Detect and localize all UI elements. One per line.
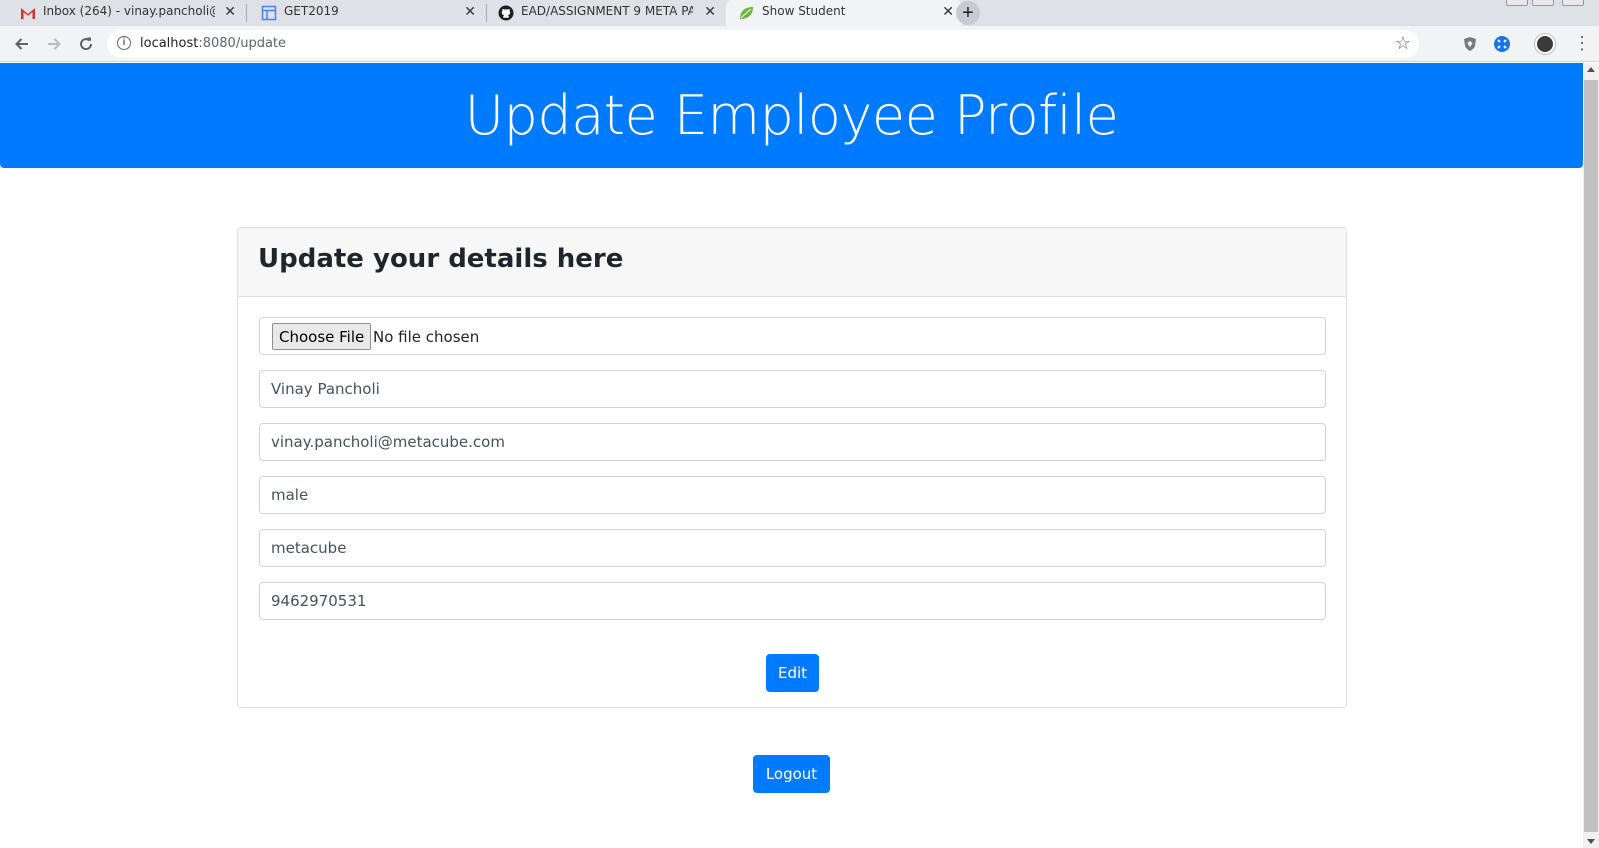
email-field[interactable]	[259, 423, 1326, 461]
scrollbar-thumb[interactable]	[1584, 80, 1598, 832]
reload-icon	[80, 37, 93, 51]
info-icon[interactable]: i	[117, 36, 131, 50]
gmail-icon	[20, 5, 36, 21]
close-window-button[interactable]	[1562, 0, 1584, 6]
name-field[interactable]	[259, 370, 1326, 408]
more-menu-icon[interactable]: ⋮	[1573, 33, 1591, 53]
organization-input[interactable]	[260, 530, 1325, 566]
leaf-icon	[738, 5, 754, 21]
arrow-left-icon	[15, 38, 28, 50]
choose-file-button[interactable]: Choose File	[272, 323, 372, 350]
page-viewport: Update Employee Profile Update your deta…	[0, 63, 1583, 848]
gender-input[interactable]	[260, 477, 1325, 513]
update-form-card: Update your details here Choose File No …	[237, 227, 1347, 708]
tab-title: Show Student	[762, 4, 846, 18]
shield-extension-icon[interactable]	[1461, 35, 1479, 53]
restore-window-button[interactable]	[1532, 0, 1554, 6]
compass-extension-icon[interactable]	[1493, 35, 1511, 53]
close-icon[interactable]: ✕	[942, 3, 954, 20]
minimize-window-button[interactable]	[1506, 0, 1528, 6]
forward-button[interactable]	[42, 32, 66, 56]
name-input[interactable]	[260, 371, 1325, 407]
url-text: localhost:8080/update	[140, 36, 286, 51]
arrow-right-icon	[48, 38, 61, 50]
reload-button[interactable]	[74, 32, 98, 56]
page-title: Update Employee Profile	[464, 84, 1119, 147]
file-status-text: No file chosen	[373, 328, 480, 346]
tab-inbox[interactable]: Inbox (264) - vinay.pancholi@me ✕	[0, 0, 244, 26]
email-input[interactable]	[260, 424, 1325, 460]
url-path: :8080/update	[198, 36, 287, 51]
tab-title: Inbox (264) - vinay.pancholi@me	[43, 4, 215, 18]
back-button[interactable]	[10, 32, 34, 56]
profile-avatar[interactable]	[1535, 34, 1555, 54]
new-tab-button[interactable]: +	[956, 1, 980, 25]
tab-title: GET2019	[284, 4, 339, 18]
address-bar[interactable]: i localhost:8080/update ☆	[107, 30, 1419, 58]
edit-button[interactable]: Edit	[766, 654, 819, 692]
github-icon	[498, 5, 514, 21]
contact-input[interactable]	[260, 583, 1325, 619]
organization-field[interactable]	[259, 529, 1326, 567]
tab-strip: Inbox (264) - vinay.pancholi@me ✕ GET201…	[0, 0, 1599, 26]
tab-separator	[486, 4, 487, 22]
browser-toolbar: i localhost:8080/update ☆ ⋮	[0, 26, 1599, 62]
document-icon	[261, 5, 277, 21]
close-icon[interactable]: ✕	[224, 3, 236, 20]
close-icon[interactable]: ✕	[704, 3, 716, 20]
url-host: localhost	[140, 36, 199, 51]
scroll-down-icon[interactable]	[1587, 839, 1595, 844]
tab-title: EAD/ASSIGNMENT 9 META PARK	[521, 4, 693, 18]
gender-field[interactable]	[259, 476, 1326, 514]
logout-button[interactable]: Logout	[753, 755, 830, 793]
plus-icon: +	[962, 1, 974, 24]
close-icon[interactable]: ✕	[464, 3, 476, 20]
photo-file-input[interactable]: Choose File No file chosen	[259, 317, 1326, 355]
tab-github[interactable]: EAD/ASSIGNMENT 9 META PARK ✕	[488, 0, 724, 26]
page-header: Update Employee Profile	[0, 63, 1583, 168]
tab-show-student[interactable]: Show Student ✕	[726, 0, 962, 26]
vertical-scrollbar[interactable]	[1583, 63, 1599, 848]
card-title: Update your details here	[258, 244, 624, 274]
bookmark-star-icon[interactable]: ☆	[1395, 33, 1411, 54]
tab-get2019[interactable]: GET2019 ✕	[248, 0, 484, 26]
contact-field[interactable]	[259, 582, 1326, 620]
tab-separator	[246, 4, 247, 22]
scroll-up-icon[interactable]	[1587, 67, 1595, 72]
card-header: Update your details here	[238, 228, 1346, 297]
